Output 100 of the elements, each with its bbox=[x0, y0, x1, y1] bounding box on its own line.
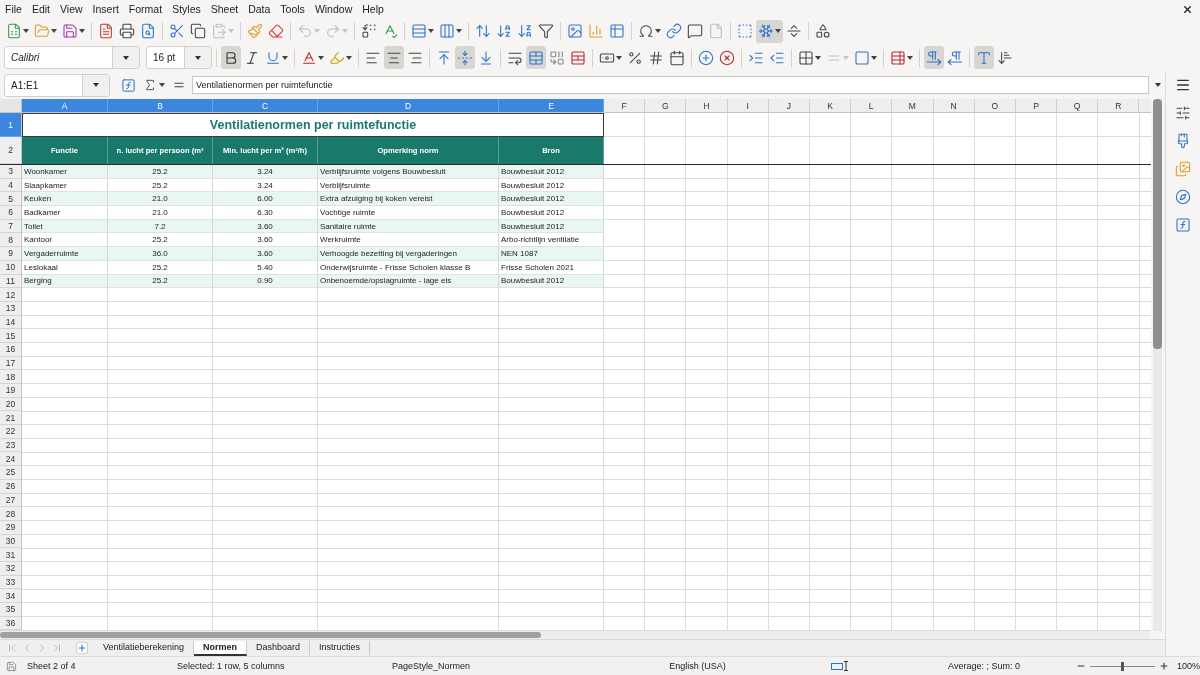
menu-item[interactable]: Window bbox=[309, 3, 358, 15]
align-center-button[interactable] bbox=[384, 46, 404, 69]
column-header[interactable]: A bbox=[22, 99, 108, 112]
menu-item[interactable]: View bbox=[55, 3, 88, 15]
gallery-button[interactable] bbox=[1175, 161, 1191, 177]
zoom-in-button[interactable] bbox=[1159, 661, 1169, 671]
caret-icon bbox=[342, 29, 348, 33]
functions-button[interactable] bbox=[1175, 217, 1191, 233]
row-header[interactable]: 3 bbox=[0, 165, 22, 179]
row-header[interactable]: 9 bbox=[0, 247, 22, 261]
row-header[interactable]: 12 bbox=[0, 288, 22, 302]
caret-icon bbox=[655, 29, 661, 33]
image-icon bbox=[567, 23, 583, 39]
align-middle-button[interactable] bbox=[455, 46, 475, 69]
row-header[interactable]: 28 bbox=[0, 507, 22, 521]
expand-button[interactable] bbox=[1154, 83, 1162, 87]
scrollbar-thumb[interactable] bbox=[0, 632, 541, 638]
column-header[interactable]: E bbox=[499, 99, 604, 112]
table-cell: 6.30 bbox=[213, 206, 318, 220]
row-header[interactable]: 25 bbox=[0, 466, 22, 480]
table-cell: 25.2 bbox=[108, 165, 213, 179]
bold-button[interactable] bbox=[221, 46, 241, 69]
row-header[interactable]: 1 bbox=[0, 113, 22, 137]
dropdown-button[interactable] bbox=[184, 47, 211, 68]
row-header[interactable]: 8 bbox=[0, 233, 22, 248]
compass-icon bbox=[1175, 189, 1191, 205]
freeze-button[interactable] bbox=[756, 19, 783, 43]
row-header[interactable]: 6 bbox=[0, 206, 22, 220]
plus-icon bbox=[77, 643, 87, 653]
save-icon bbox=[5, 660, 17, 672]
row-header[interactable]: 21 bbox=[0, 411, 22, 426]
rows-icon bbox=[411, 23, 427, 39]
menu-item[interactable]: File bbox=[0, 3, 27, 15]
language: English (USA) bbox=[669, 661, 726, 671]
sheet-tab[interactable]: Dashboard bbox=[247, 640, 311, 656]
menu-item[interactable]: Insert bbox=[87, 3, 124, 15]
styles-button[interactable] bbox=[1175, 133, 1191, 149]
horizontal-text-button[interactable] bbox=[974, 46, 994, 69]
table-cell: Verhoogde bezetting bij vergaderingen bbox=[318, 247, 499, 261]
menu-item[interactable]: Sheet bbox=[205, 3, 244, 15]
close-button[interactable] bbox=[1182, 3, 1193, 15]
caret-icon bbox=[907, 55, 913, 60]
row-header[interactable]: 35 bbox=[0, 603, 22, 617]
scrollbar-thumb[interactable] bbox=[1153, 99, 1162, 350]
row-header[interactable]: 15 bbox=[0, 329, 22, 343]
menu-item[interactable]: Tools bbox=[275, 3, 310, 15]
columns-icon bbox=[439, 23, 455, 39]
table-cell: NEN 1087 bbox=[499, 247, 604, 261]
caret-icon bbox=[51, 29, 57, 33]
row-header[interactable]: 19 bbox=[0, 384, 22, 398]
column-header[interactable]: D bbox=[318, 99, 499, 112]
menu-item[interactable]: Format bbox=[123, 3, 168, 15]
snowflake-icon bbox=[758, 23, 774, 39]
row-header[interactable]: 22 bbox=[0, 425, 22, 439]
dropdown-button[interactable] bbox=[112, 47, 139, 68]
menu-item[interactable]: Data bbox=[243, 3, 276, 15]
function-icon bbox=[1175, 217, 1191, 233]
sidebar-menu-button[interactable] bbox=[1175, 77, 1191, 93]
row-header[interactable]: 34 bbox=[0, 589, 22, 603]
bold-icon bbox=[223, 49, 239, 66]
table-cell: Vergaderruimte bbox=[22, 247, 108, 261]
vertical-scrollbar[interactable] bbox=[1153, 99, 1162, 631]
caret-icon bbox=[843, 55, 849, 60]
separator-icon bbox=[786, 23, 802, 39]
dropdown-button[interactable] bbox=[82, 74, 109, 96]
caret-icon bbox=[428, 29, 434, 33]
font-size-field[interactable]: 16 pt bbox=[146, 46, 212, 69]
letter-a-check-icon bbox=[382, 23, 398, 39]
highlighter-icon bbox=[329, 49, 345, 66]
name-box[interactable]: A1:E1 bbox=[4, 73, 110, 97]
add-sheet-button[interactable] bbox=[76, 642, 88, 654]
menu-item[interactable]: Help bbox=[357, 3, 389, 15]
left-to-right-button[interactable] bbox=[924, 46, 944, 69]
row-header[interactable]: 31 bbox=[0, 548, 22, 562]
caret-icon bbox=[79, 29, 85, 33]
row-header[interactable]: 5 bbox=[0, 192, 22, 207]
column-header[interactable]: B bbox=[108, 99, 213, 112]
sheet-tab[interactable]: Normen bbox=[194, 640, 248, 656]
file-search-icon bbox=[140, 23, 156, 39]
row-header[interactable]: 18 bbox=[0, 370, 22, 384]
caret-icon bbox=[1155, 83, 1161, 87]
menu-item[interactable]: Edit bbox=[26, 3, 55, 15]
horizontal-scrollbar[interactable] bbox=[0, 631, 1150, 639]
menu-item[interactable]: Styles bbox=[167, 3, 206, 15]
sheet-tab[interactable]: Instructies bbox=[310, 640, 371, 656]
caret-icon bbox=[871, 55, 877, 60]
font-name-field[interactable]: Calibri bbox=[4, 46, 140, 69]
row-header[interactable]: 24 bbox=[0, 452, 22, 467]
printer-icon bbox=[119, 23, 135, 39]
function-wizard-button[interactable] bbox=[120, 77, 137, 93]
caret-icon bbox=[23, 29, 29, 33]
images-icon bbox=[1175, 161, 1191, 177]
navigator-button[interactable] bbox=[1175, 189, 1191, 205]
row-header[interactable]: 2 bbox=[0, 137, 22, 164]
pilcrow-left-icon bbox=[947, 49, 963, 66]
slider-thumb[interactable] bbox=[1121, 661, 1124, 671]
formula-input[interactable]: Ventilatienormen per ruimtefunctie bbox=[192, 76, 1149, 94]
column-header[interactable]: C bbox=[213, 99, 318, 112]
properties-button[interactable] bbox=[1175, 105, 1191, 121]
selection-info: Selected: 1 row, 5 columns bbox=[177, 661, 285, 671]
